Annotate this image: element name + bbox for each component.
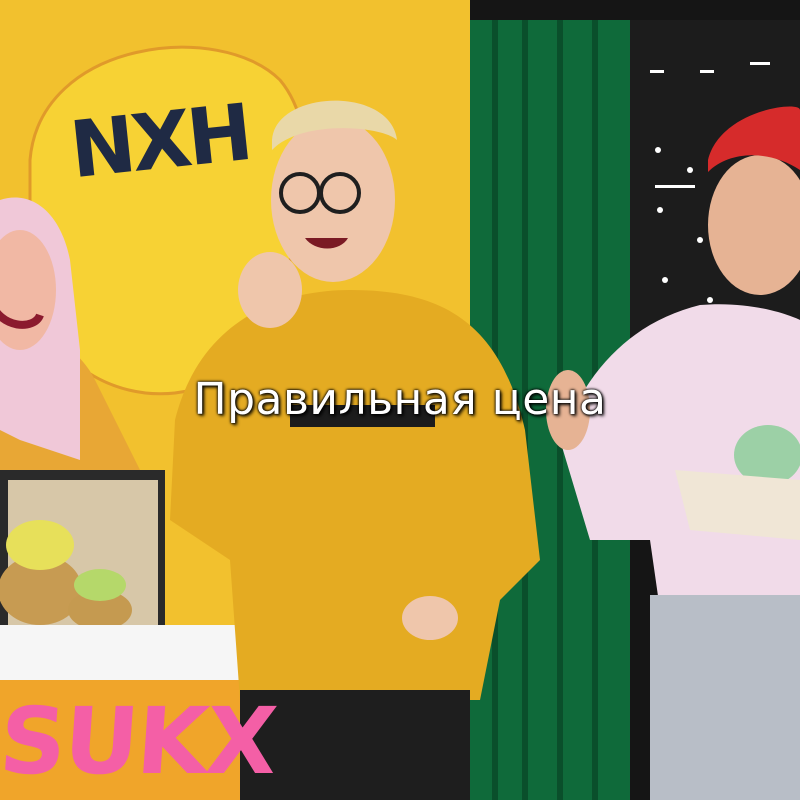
counter-top — [0, 625, 240, 685]
video-frame: NXH SUKX Правильная цена — [0, 0, 800, 800]
food-display-box — [0, 470, 165, 635]
counter-sign-lettering: SUKX — [0, 688, 279, 795]
subtitle-caption: Правильная цена — [193, 374, 607, 425]
